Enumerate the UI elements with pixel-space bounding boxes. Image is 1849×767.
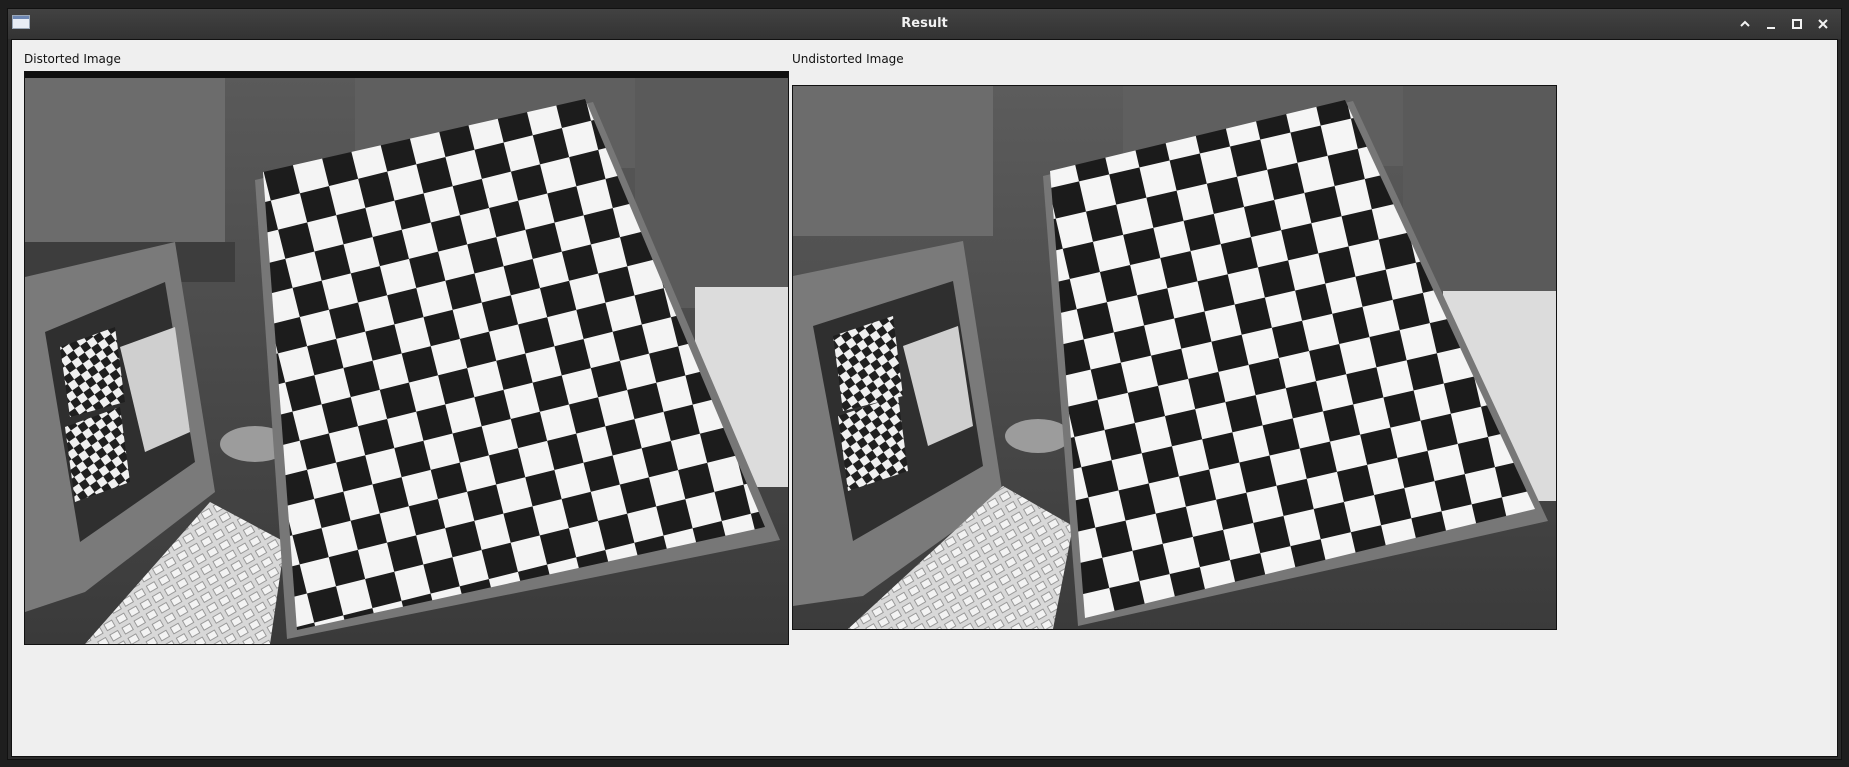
undistorted-image-label: Undistorted Image bbox=[792, 52, 904, 66]
maximize-icon[interactable] bbox=[1789, 16, 1805, 32]
titlebar[interactable]: Result bbox=[8, 9, 1841, 39]
distorted-image-graphic bbox=[25, 72, 788, 644]
close-icon[interactable] bbox=[1815, 16, 1831, 32]
minimize-icon[interactable] bbox=[1763, 16, 1779, 32]
undistorted-image-graphic bbox=[793, 86, 1556, 629]
distorted-image bbox=[24, 71, 789, 645]
result-window: Result Distorted Image Undistorted Image bbox=[7, 8, 1842, 760]
distorted-image-label: Distorted Image bbox=[24, 52, 121, 66]
undistorted-image bbox=[792, 85, 1557, 630]
chevron-up-icon[interactable] bbox=[1737, 16, 1753, 32]
content-area: Distorted Image Undistorted Image bbox=[11, 39, 1838, 757]
window-controls bbox=[1737, 9, 1831, 39]
window-title: Result bbox=[901, 16, 948, 31]
